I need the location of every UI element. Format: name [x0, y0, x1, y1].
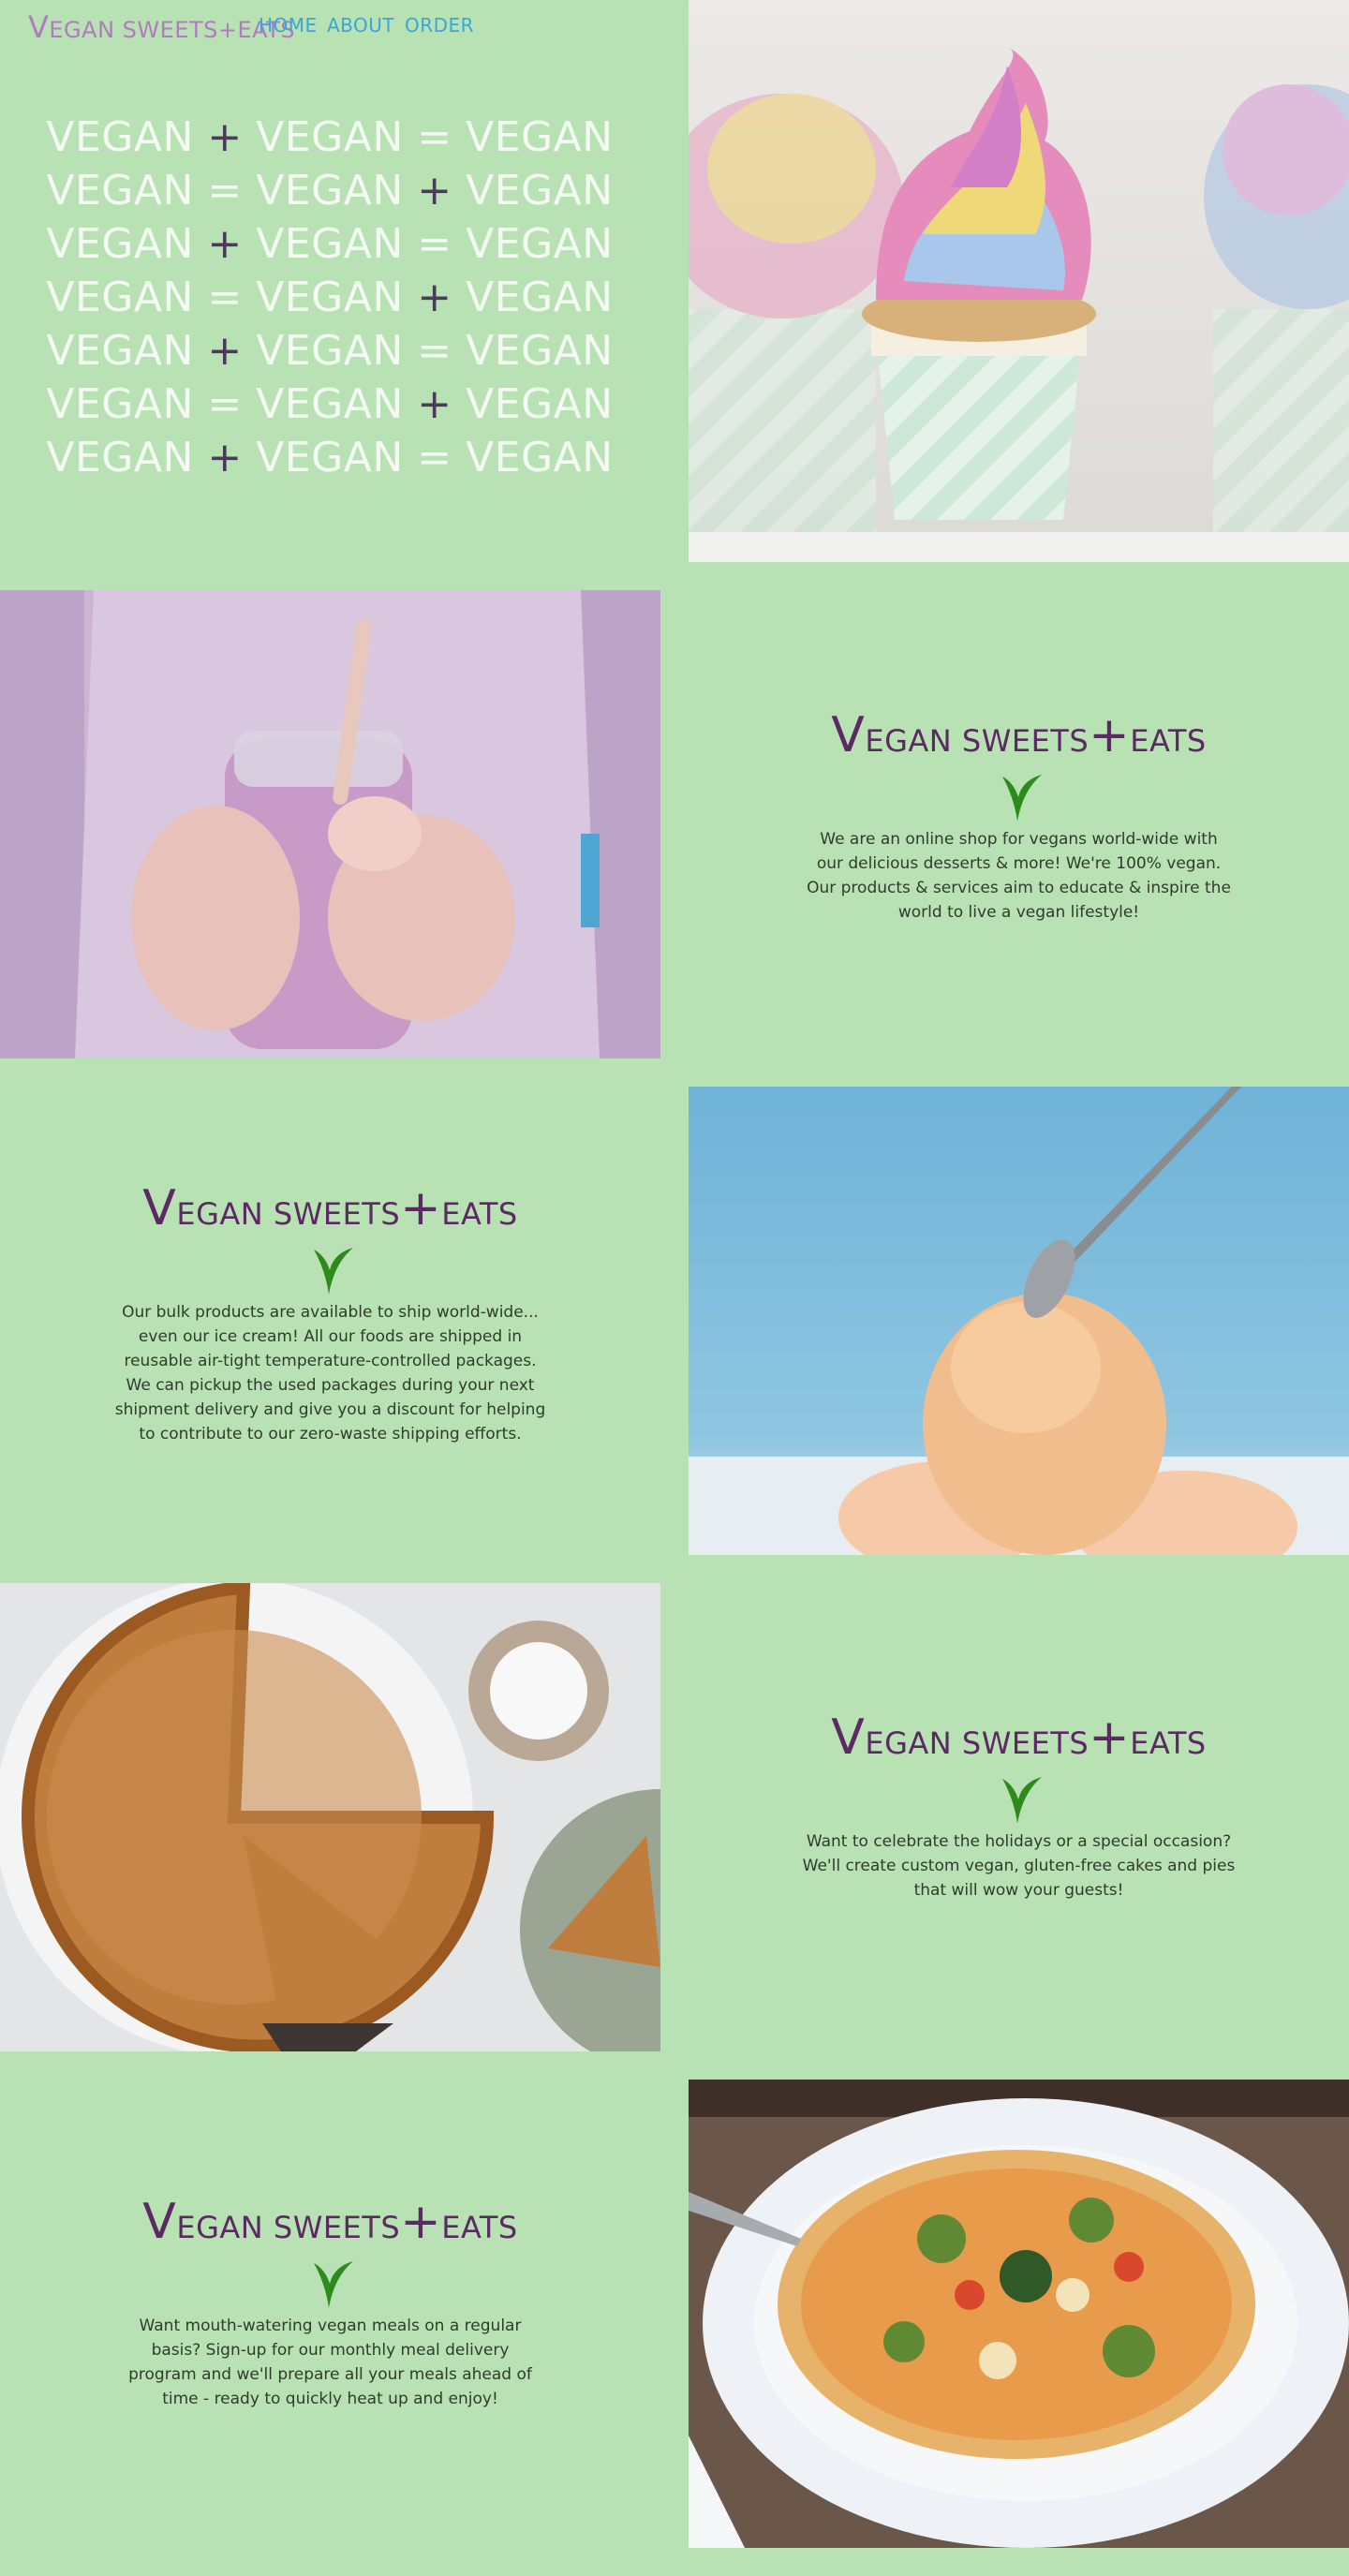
leaf-icon — [313, 2261, 353, 2308]
leaf-icon — [1001, 775, 1042, 822]
hero-line: VEGAN = VEGAN + VEGAN — [46, 380, 614, 428]
smoothie-photo — [0, 590, 660, 1059]
brand-title: VEGAN SWEETS+EATS — [142, 2194, 518, 2250]
nav-link-home[interactable]: HOME — [259, 14, 318, 37]
about-text: We are an online shop for vegans world-w… — [807, 830, 1231, 922]
brand-title: VEGAN SWEETS+EATS — [831, 707, 1207, 763]
hero-line: VEGAN = VEGAN + VEGAN — [46, 274, 614, 321]
brand-title: VEGAN SWEETS+EATS — [831, 1710, 1207, 1766]
hero-line: VEGAN + VEGAN = VEGAN — [46, 327, 614, 375]
hero-line: VEGAN = VEGAN + VEGAN — [46, 167, 614, 215]
about-panel: VEGAN SWEETS+EATS We are an online shop … — [796, 707, 1241, 925]
cupcake-photo — [689, 0, 1349, 562]
shipping-text: Our bulk products are available to ship … — [114, 1303, 546, 1443]
nav-link-about[interactable]: ABOUT — [327, 14, 394, 37]
pizza-photo — [689, 2080, 1349, 2548]
hero-text: VEGAN + VEGAN = VEGAN VEGAN = VEGAN + VE… — [0, 111, 660, 484]
shipping-panel: VEGAN SWEETS+EATS Our bulk products are … — [108, 1180, 553, 1446]
brand-logo[interactable]: VEGAN SWEETS+EATS — [28, 9, 295, 45]
leaf-icon — [313, 1248, 353, 1295]
ice-cream-photo — [689, 1087, 1349, 1555]
hero-line: VEGAN + VEGAN = VEGAN — [46, 220, 614, 268]
meal-delivery-panel: VEGAN SWEETS+EATS Want mouth-watering ve… — [108, 2194, 553, 2411]
custom-cakes-text: Want to celebrate the holidays or a spec… — [802, 1832, 1236, 1900]
leaf-icon — [1001, 1777, 1042, 1824]
hero-line: VEGAN + VEGAN = VEGAN — [46, 434, 614, 481]
custom-cakes-panel: VEGAN SWEETS+EATS Want to celebrate the … — [796, 1710, 1241, 1902]
meal-delivery-text: Want mouth-watering vegan meals on a reg… — [128, 2317, 532, 2408]
pie-photo — [0, 1583, 660, 2051]
brand-title: VEGAN SWEETS+EATS — [142, 1180, 518, 1236]
hero-line: VEGAN + VEGAN = VEGAN — [46, 113, 614, 161]
nav-link-order[interactable]: ORDER — [405, 14, 474, 37]
